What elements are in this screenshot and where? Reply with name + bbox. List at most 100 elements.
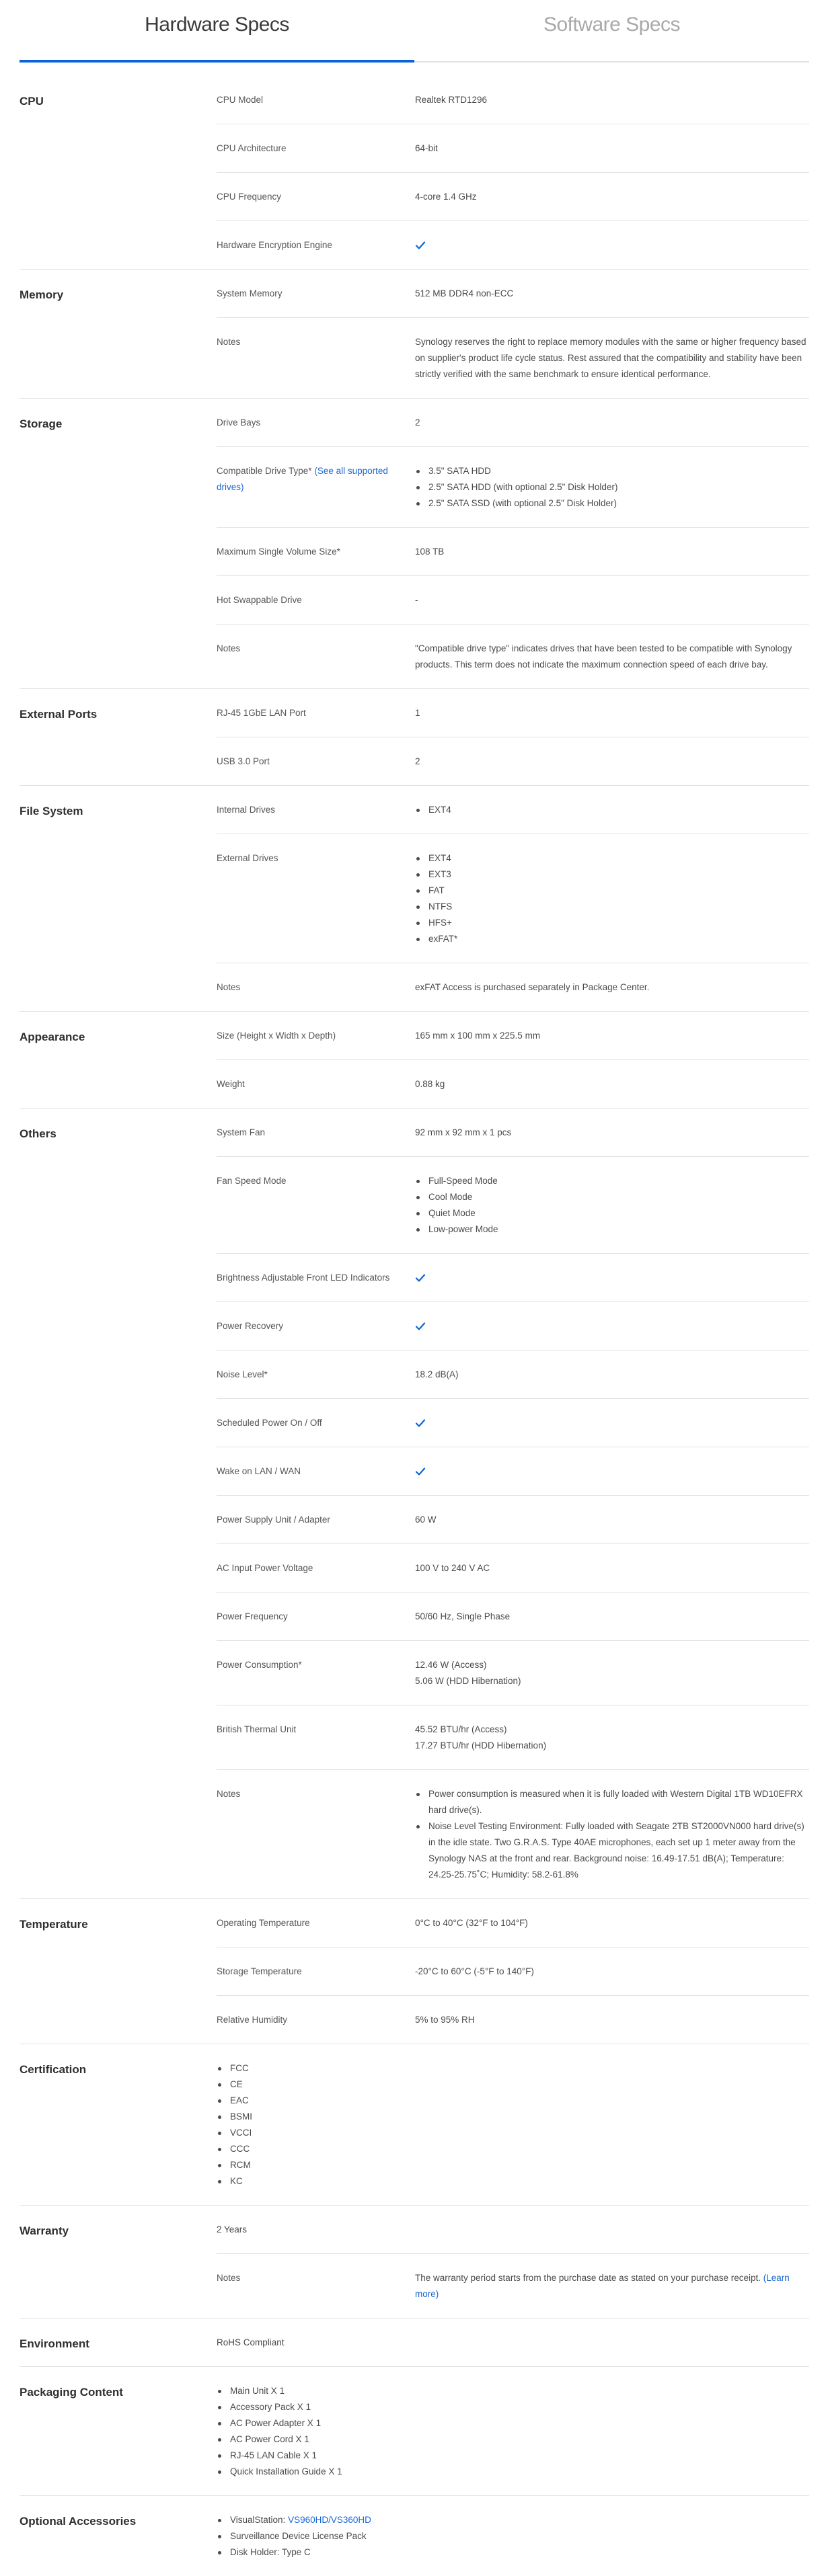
list-item: RCM [217,2157,809,2173]
spec-row: Power Consumption* 12.46 W (Access) 5.06… [217,1641,809,1705]
section-environment: Environment RoHS Compliant [20,2319,809,2367]
spec-label: Fan Speed Mode [217,1176,287,1186]
spec-label-text: Compatible Drive Type* [217,466,312,476]
section-others: Others System Fan 92 mm x 92 mm x 1 pcs … [20,1109,809,1899]
list-item: HFS+ [415,915,806,931]
spec-value: 512 MB DDR4 non-ECC [415,288,514,298]
spec-value-list: Power consumption is measured when it is… [415,1786,806,1883]
list-item: Surveillance Device License Pack [217,2528,809,2544]
section-title: Certification [20,2063,87,2076]
spec-value: 92 mm x 92 mm x 1 pcs [415,1127,512,1137]
spec-row: CPU Frequency 4-core 1.4 GHz [217,173,809,221]
check-icon [415,1419,426,1428]
list-item: EXT4 [415,850,806,867]
spec-row: Maximum Single Volume Size* 108 TB [217,528,809,576]
list-item: Main Unit X 1 [217,2383,809,2399]
section-packaging-content: Packaging Content Main Unit X 1 Accessor… [20,2367,809,2496]
spec-row: Weight 0.88 kg [217,1060,809,1108]
section-title: Environment [20,2337,89,2350]
spec-value: 4-core 1.4 GHz [415,192,477,202]
spec-row: Internal Drives EXT4 [217,786,809,834]
list-item: Cool Mode [415,1189,806,1205]
spec-label: Compatible Drive Type* (See all supporte… [217,463,415,512]
spec-label: External Drives [217,853,278,863]
list-item: Power consumption is measured when it is… [415,1786,806,1818]
section-temperature: Temperature Operating Temperature 0°C to… [20,1899,809,2044]
spec-row: Brightness Adjustable Front LED Indicato… [217,1254,809,1302]
spec-label: Operating Temperature [217,1918,310,1928]
spec-value: 50/60 Hz, Single Phase [415,1611,511,1621]
spec-value-line: 5.06 W (HDD Hibernation) [415,1676,521,1686]
spec-label: Notes [217,2273,241,2283]
tab-hardware-specs[interactable]: Hardware Specs [20,0,414,63]
spec-row: System Memory 512 MB DDR4 non-ECC [217,270,809,318]
spec-value: Synology reserves the right to replace m… [415,337,806,379]
spec-row: British Thermal Unit 45.52 BTU/hr (Acces… [217,1705,809,1770]
spec-row: Power Recovery [217,1302,809,1351]
accessories-list: VisualStation: VS960HD/VS360HD Surveilla… [217,2512,809,2561]
spec-label: Relative Humidity [217,2015,288,2025]
spec-value-line: 12.46 W (Access) [415,1660,487,1670]
spec-row: Fan Speed Mode Full-Speed Mode Cool Mode… [217,1157,809,1254]
spec-value: 60 W [415,1515,437,1525]
section-title: Temperature [20,1918,88,1931]
spec-label: British Thermal Unit [217,1724,297,1734]
spec-value: -20°C to 60°C (-5°F to 140°F) [415,1966,534,1976]
spec-label: CPU Model [217,95,264,105]
spec-row: Size (Height x Width x Depth) 165 mm x 1… [217,1012,809,1060]
section-storage: Storage Drive Bays 2 Compatible Drive Ty… [20,399,809,689]
spec-row: Hardware Encryption Engine [217,221,809,269]
check-icon [415,1467,426,1476]
spec-row: Drive Bays 2 [217,399,809,447]
list-item: Quick Installation Guide X 1 [217,2464,809,2480]
visualstation-link[interactable]: VS960HD/VS360HD [288,2515,371,2525]
spec-row: Hot Swappable Drive - [217,576,809,625]
spec-value: 2 [415,756,420,766]
list-item: VisualStation: VS960HD/VS360HD [217,2512,809,2528]
list-item: CE [217,2077,809,2093]
section-warranty: Warranty 2 Years Notes The warranty peri… [20,2206,809,2319]
spec-row: Notes Synology reserves the right to rep… [217,318,809,398]
spec-value: 2 Years [217,2224,248,2235]
spec-row: Notes The warranty period starts from th… [217,2254,809,2318]
section-title: Others [20,1127,57,1140]
check-icon [415,1322,426,1331]
spec-label: Notes [217,337,241,347]
list-item: EXT3 [415,867,806,883]
list-item: Low-power Mode [415,1221,806,1238]
spec-label: USB 3.0 Port [217,756,270,766]
section-title: Storage [20,417,63,430]
spec-value: 0°C to 40°C (32°F to 104°F) [415,1918,528,1928]
list-item: Full-Speed Mode [415,1173,806,1189]
spec-row: RJ-45 1GbE LAN Port 1 [217,689,809,737]
spec-row: USB 3.0 Port 2 [217,737,809,785]
spec-label: Power Supply Unit / Adapter [217,1515,330,1525]
spec-value-list: 3.5" SATA HDD 2.5" SATA HDD (with option… [415,463,806,512]
spec-label: Notes [217,982,241,992]
list-item: RJ-45 LAN Cable X 1 [217,2448,809,2464]
spec-table: CPU CPU Model Realtek RTD1296 CPU Archit… [20,76,809,2576]
spec-label: Noise Level* [217,1369,268,1379]
spec-row: Storage Temperature -20°C to 60°C (-5°F … [217,1947,809,1996]
spec-value: The warranty period starts from the purc… [415,2273,761,2283]
list-item: FAT [415,883,806,899]
spec-label: Internal Drives [217,805,276,815]
section-title: Warranty [20,2224,69,2237]
list-item: 2.5" SATA SSD (with optional 2.5" Disk H… [415,495,806,512]
list-item: CCC [217,2141,809,2157]
spec-row: Notes exFAT Access is purchased separate… [217,963,809,1011]
spec-value: 1 [415,708,420,718]
packaging-list: Main Unit X 1 Accessory Pack X 1 AC Powe… [217,2383,809,2480]
tab-software-specs[interactable]: Software Specs [414,0,809,61]
spec-row: Wake on LAN / WAN [217,1447,809,1496]
spec-label: System Memory [217,288,283,298]
spec-value-line: 17.27 BTU/hr (HDD Hibernation) [415,1740,547,1750]
spec-value-line: 45.52 BTU/hr (Access) [415,1724,507,1734]
list-item: NTFS [415,899,806,915]
spec-value-list: Full-Speed Mode Cool Mode Quiet Mode Low… [415,1173,806,1238]
spec-row: External Drives EXT4 EXT3 FAT NTFS HFS+ … [217,834,809,963]
section-memory: Memory System Memory 512 MB DDR4 non-ECC… [20,270,809,399]
list-item: EXT4 [415,802,806,818]
spec-value: "Compatible drive type" indicates drives… [415,643,792,670]
spec-label: Hot Swappable Drive [217,595,302,605]
